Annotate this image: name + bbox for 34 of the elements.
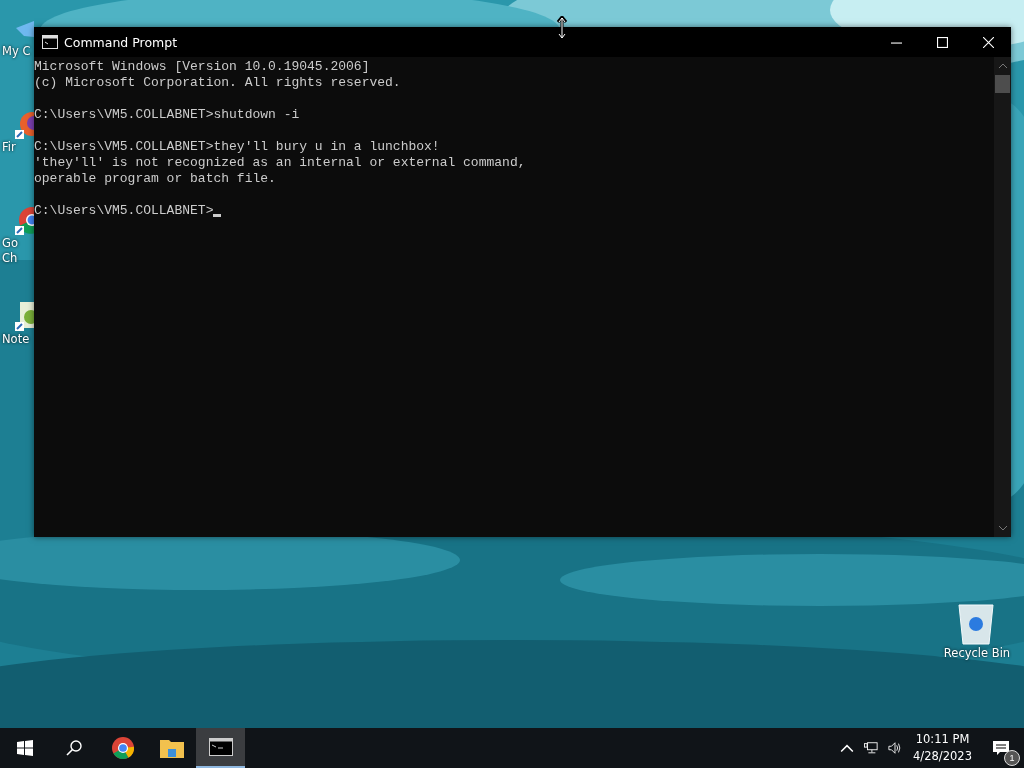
folder-icon (159, 737, 184, 759)
console-line: C:\Users\VM5.COLLABNET>shutdown -i (34, 107, 300, 123)
icon-label[interactable]: My C (2, 44, 31, 59)
console-line: Microsoft Windows [Version 10.0.19045.2006] (34, 59, 370, 75)
icon-label[interactable]: Go Ch (2, 236, 18, 266)
scroll-down-icon[interactable] (997, 525, 1008, 531)
scroll-up-icon[interactable] (997, 63, 1008, 69)
icon-label[interactable]: Note (2, 332, 30, 347)
console-line: (c) Microsoft Corporation. All rights reserved. (34, 75, 401, 91)
console-line: C:\Users\VM5.COLLABNET>they'll bury u in a lunchbox! (34, 139, 440, 155)
window-title: Command Prompt (64, 34, 178, 50)
console-line: 'they'll' is not recognized as an internal or external command, (34, 155, 526, 171)
scrollbar[interactable] (994, 57, 1011, 537)
text-cursor (213, 214, 222, 217)
windows-icon (16, 740, 33, 756)
console-icon (42, 35, 58, 49)
notification-button[interactable]: 1 (978, 728, 1024, 768)
icon-label[interactable]: Fir (2, 140, 16, 155)
close-icon (982, 36, 994, 48)
scroll-thumb[interactable] (995, 75, 1010, 93)
maximize-icon (936, 36, 948, 48)
notification-badge: 1 (1004, 750, 1020, 766)
search-icon (65, 740, 82, 756)
clock[interactable]: 10:11 PM 4/28/2023 (907, 731, 978, 765)
taskbar-button[interactable] (196, 728, 245, 768)
speaker-icon[interactable] (888, 741, 903, 755)
network-icon[interactable] (864, 741, 879, 755)
console-line: operable program or batch file. (34, 171, 276, 187)
recycle-bin-icon[interactable] (956, 602, 996, 646)
message-icon (993, 741, 1009, 755)
console-icon (208, 736, 233, 758)
console-line: C:\Users\VM5.COLLABNET> (34, 203, 214, 219)
icon-label[interactable]: Recycle Bin (943, 646, 1011, 661)
browser-icon (110, 737, 135, 759)
